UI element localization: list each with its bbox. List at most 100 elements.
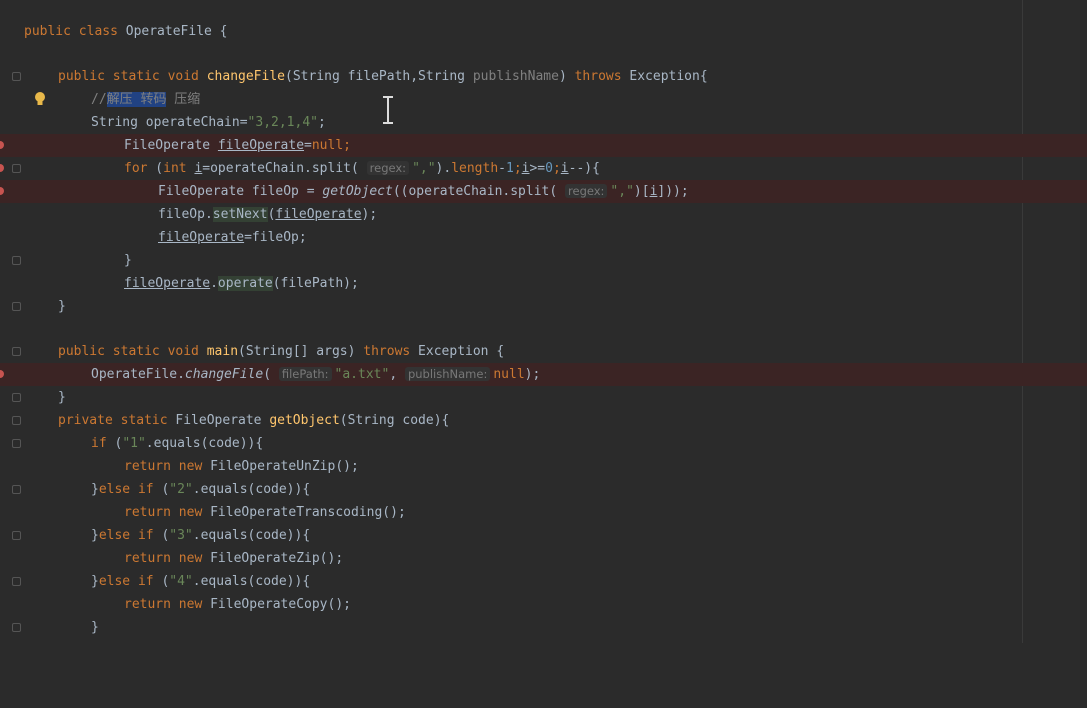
code-text: } <box>91 528 99 543</box>
method-name: changeFile <box>206 69 285 84</box>
code-line[interactable]: }else if ("4".equals(code)){ <box>0 570 1087 593</box>
comment: // <box>91 92 107 107</box>
code-text: --){ <box>568 161 600 176</box>
code-line[interactable]: return new FileOperateTranscoding(); <box>0 501 1087 524</box>
keyword: public static void <box>58 344 199 359</box>
breakpoint-icon[interactable] <box>0 164 4 172</box>
method-name: getObject <box>269 413 340 428</box>
code-text: FileOperateUnZip(); <box>202 459 359 474</box>
keyword: null <box>311 138 344 153</box>
code-text: } <box>91 482 99 497</box>
code-line[interactable]: fileOp.setNext(fileOperate); <box>0 203 1087 226</box>
fold-icon[interactable] <box>12 485 21 494</box>
code-line[interactable]: }else if ("3".equals(code)){ <box>0 524 1087 547</box>
keyword: return <box>124 597 171 612</box>
code-line[interactable]: fileOperate.operate(filePath); <box>0 272 1087 295</box>
code-line[interactable]: private static FileOperate getObject(Str… <box>0 409 1087 432</box>
code-line[interactable]: return new FileOperateCopy(); <box>0 593 1087 616</box>
fold-icon[interactable] <box>12 347 21 356</box>
code-text: = <box>304 138 312 153</box>
code-line[interactable]: } <box>0 386 1087 409</box>
string-literal: "4" <box>169 574 193 589</box>
keyword: new <box>178 551 203 566</box>
code-text: - <box>498 161 506 176</box>
fold-icon[interactable] <box>12 72 21 81</box>
keyword: throws <box>574 69 622 84</box>
code-line[interactable]: if ("1".equals(code)){ <box>0 432 1087 455</box>
method-call: operate <box>217 276 273 291</box>
param-hint: filePath: <box>278 367 332 381</box>
keyword: if <box>137 574 154 589</box>
code-text: (String[] args) <box>238 344 364 359</box>
param-hint: publishName: <box>404 367 491 381</box>
code-line[interactable]: } <box>0 295 1087 318</box>
fold-icon[interactable] <box>12 623 21 632</box>
keyword: if <box>137 482 154 497</box>
keyword: for <box>124 161 148 176</box>
fold-icon[interactable] <box>12 439 21 448</box>
fold-icon[interactable] <box>12 531 21 540</box>
keyword: public static void <box>58 69 199 84</box>
code-text: . <box>210 276 218 291</box>
code-line[interactable]: for (int i =operateChain.split( regex: ","… <box>0 157 1087 180</box>
code-line[interactable]: String operateChain="3,2,1,4"; <box>0 111 1087 134</box>
selected-text: 解压 转码 <box>106 92 167 107</box>
fold-icon[interactable] <box>12 256 21 265</box>
fold-icon[interactable] <box>12 164 21 173</box>
keyword: throws <box>363 344 411 359</box>
code-line-breakpoint[interactable]: OperateFile.changeFile( filePath: "a.txt"… <box>0 363 1087 386</box>
keyword: private static <box>58 413 168 428</box>
code-line-breakpoint[interactable]: FileOperate fileOp = getObject((operateC… <box>0 180 1087 203</box>
breakpoint-icon[interactable] <box>0 187 4 195</box>
fold-icon[interactable] <box>12 416 21 425</box>
fold-icon[interactable] <box>12 393 21 402</box>
code-text: ( <box>147 161 164 176</box>
keyword: else <box>98 528 131 543</box>
code-line[interactable]: public static void changeFile(String fil… <box>0 65 1087 88</box>
code-line[interactable]: } <box>0 616 1087 639</box>
variable: i <box>560 161 569 176</box>
fold-icon[interactable] <box>12 302 21 311</box>
keyword: if <box>91 436 107 451</box>
breakpoint-icon[interactable] <box>0 141 4 149</box>
code-text: .equals(code)){ <box>145 436 264 451</box>
code-line[interactable]: return new FileOperateZip(); <box>0 547 1087 570</box>
keyword: return <box>124 551 171 566</box>
code-line[interactable]: } <box>0 249 1087 272</box>
code-line[interactable]: public static void main(String[] args) t… <box>0 340 1087 363</box>
code-line[interactable]: return new FileOperateUnZip(); <box>0 455 1087 478</box>
code-text: } <box>91 574 99 589</box>
code-text: =fileOp; <box>244 230 307 245</box>
code-text: ( <box>106 436 123 451</box>
code-text: ; <box>318 115 326 130</box>
lightbulb-icon[interactable] <box>34 91 46 107</box>
string-literal: "a.txt" <box>334 367 390 382</box>
code-line[interactable]: }else if ("2".equals(code)){ <box>0 478 1087 501</box>
code-text: ( <box>153 574 170 589</box>
code-text: fileOp. <box>158 207 213 222</box>
fold-icon[interactable] <box>12 577 21 586</box>
code-editor[interactable]: public class OperateFile { public static… <box>0 0 1087 643</box>
unused-param: publishName <box>472 69 559 84</box>
code-text: ); <box>361 207 378 222</box>
code-text: } <box>91 620 99 635</box>
code-line-breakpoint[interactable]: FileOperate fileOperate=null; <box>0 134 1087 157</box>
code-line[interactable]: fileOperate=fileOp; <box>0 226 1087 249</box>
code-text: ; <box>513 161 522 176</box>
code-text: (String filePath,String <box>285 69 473 84</box>
code-text: .equals(code)){ <box>192 528 311 543</box>
code-text: ); <box>524 367 541 382</box>
method-call: setNext <box>212 207 268 222</box>
code-text: Exception { <box>410 344 505 359</box>
param-hint: regex: <box>366 161 410 175</box>
code-line[interactable]: public class OperateFile { <box>0 20 1087 43</box>
breakpoint-icon[interactable] <box>0 370 4 378</box>
keyword: new <box>178 459 203 474</box>
string-literal: "," <box>610 184 634 199</box>
code-text: FileOperate <box>167 413 270 428</box>
code-line[interactable]: //解压 转码 压缩 <box>0 88 1087 111</box>
